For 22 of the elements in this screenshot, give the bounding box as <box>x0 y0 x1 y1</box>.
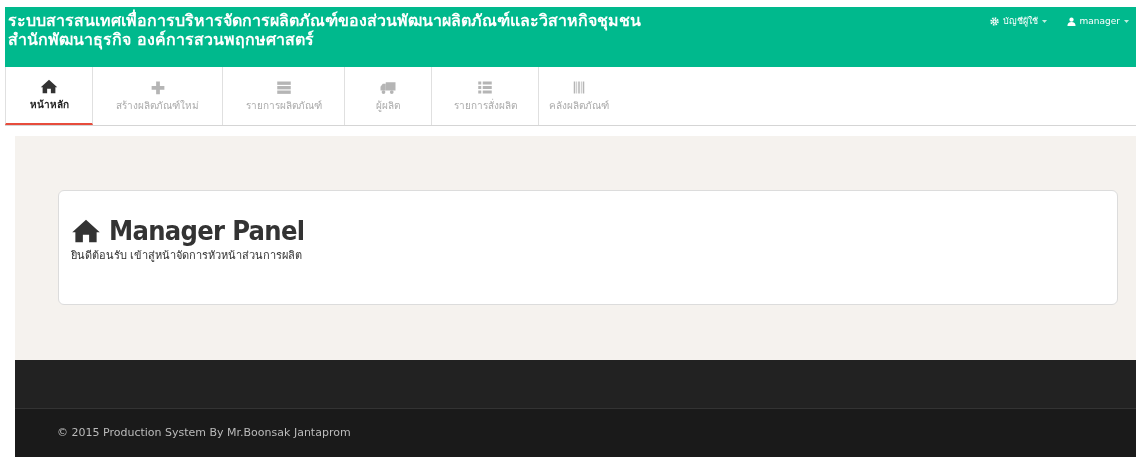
nav-tab[interactable]: สร้างผลิตภัณฑ์ใหม่ <box>93 67 223 125</box>
truck-icon <box>379 79 397 95</box>
nav-tab[interactable]: หน้าหลัก <box>5 67 93 125</box>
caret-icon <box>1124 20 1129 24</box>
home-icon <box>40 78 58 94</box>
user-icon <box>1066 17 1076 27</box>
footer-text: © 2015 Production System By Mr.Boonsak Jantaprom <box>57 424 351 441</box>
nav-tab[interactable]: คลังผลิตภัณฑ์ <box>539 67 619 125</box>
panel-subtitle: ยินดีต้อนรับ เข้าสู่หน้าจัดการหัวหน้าส่วนการผลิต <box>71 248 304 264</box>
nav-tab[interactable]: รายการผลิตภัณฑ์ <box>223 67 345 125</box>
caret-icon <box>1041 20 1047 24</box>
server-icon <box>274 79 293 95</box>
nav-tab[interactable]: ผู้ผลิต <box>345 67 432 125</box>
list-icon <box>476 79 494 95</box>
header-menu[interactable]: manager <box>1066 15 1129 29</box>
nav-tab[interactable]: รายการสั่งผลิต <box>432 67 539 125</box>
home-icon <box>71 217 101 244</box>
site-title: ระบบสารสนเทศเพื่อการบริหารจัดการผลิตภัณฑ์ของส่วนพัฒนาผลิตภัณฑ์และวิสาหกิจชุมชน <box>8 11 641 30</box>
header-menu[interactable]: บัญชีผู้ใช้ <box>989 15 1047 29</box>
site-title: สำนักพัฒนาธุรกิจ องค์การสวนพฤกษศาสตร์ <box>8 30 314 49</box>
gear-icon <box>989 17 999 27</box>
panel-title: Manager Panel <box>109 217 305 244</box>
